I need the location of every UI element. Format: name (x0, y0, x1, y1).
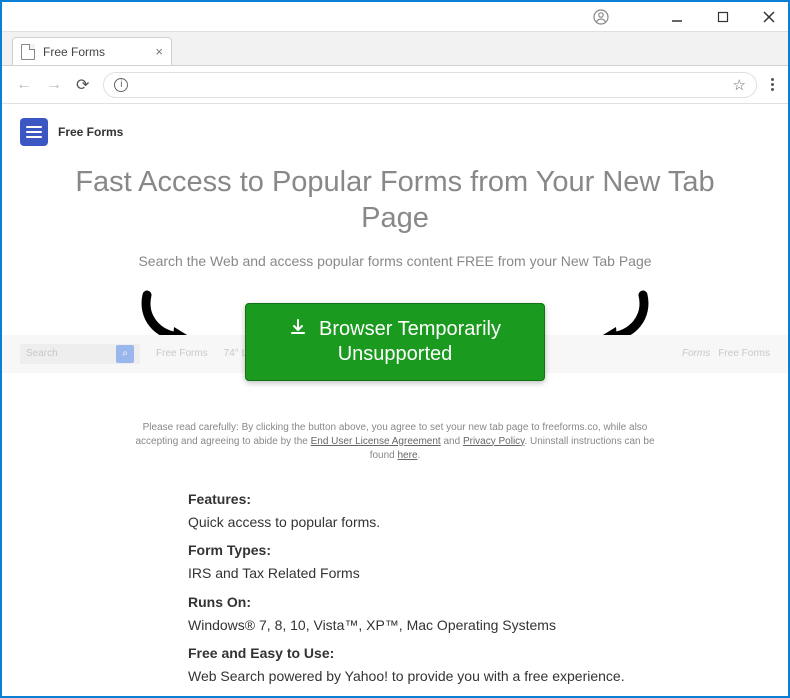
user-icon[interactable] (592, 8, 610, 26)
page-icon (21, 44, 35, 60)
preview-link-2: 74° L (224, 348, 247, 359)
eula-link[interactable]: End User License Agreement (311, 436, 441, 447)
feature-block: Free and Easy to Use: Web Search powered… (188, 645, 702, 687)
address-bar: ← → ⟳ i ☆ (2, 66, 788, 104)
install-button[interactable]: Browser Temporarily Unsupported (245, 303, 545, 381)
site-info-icon[interactable]: i (114, 78, 128, 92)
brand-logo-icon (20, 118, 48, 146)
minimize-button[interactable] (668, 8, 686, 26)
preview-right-1: Forms (682, 348, 710, 359)
feature-block: Runs On: Windows® 7, 8, 10, Vista™, XP™,… (188, 594, 702, 636)
download-icon (289, 318, 307, 341)
hero-title: Fast Access to Popular Forms from Your N… (42, 164, 748, 237)
disclaimer-text: Please read carefully: By clicking the b… (2, 421, 788, 463)
feature-desc: Windows® 7, 8, 10, Vista™, XP™, Mac Oper… (188, 616, 702, 636)
tab-strip: Free Forms × (2, 32, 788, 66)
privacy-link[interactable]: Privacy Policy (463, 436, 525, 447)
uninstall-here-link[interactable]: here (398, 450, 418, 461)
preview-link-1: Free Forms (156, 348, 208, 359)
preview-right-2: Free Forms (718, 348, 770, 359)
feature-desc: Web Search powered by Yahoo! to provide … (188, 667, 702, 687)
feature-title: Free and Easy to Use: (188, 645, 702, 661)
bookmark-star-icon[interactable]: ☆ (733, 76, 746, 94)
magnifier-icon: ⌕ (116, 345, 134, 363)
feature-title: Features: (188, 491, 702, 507)
window-titlebar (2, 2, 788, 32)
disclaimer-suffix: . (418, 450, 421, 461)
feature-title: Form Types: (188, 542, 702, 558)
feature-title: Runs On: (188, 594, 702, 610)
browser-menu-button[interactable] (771, 78, 774, 91)
cta-line1: Browser Temporarily (319, 318, 501, 341)
feature-block: Form Types: IRS and Tax Related Forms (188, 542, 702, 584)
feature-block: Features: Quick access to popular forms. (188, 491, 702, 533)
page-content: Free Forms Fast Access to Popular Forms … (2, 104, 788, 696)
brand-name: Free Forms (58, 125, 123, 139)
close-button[interactable] (760, 8, 778, 26)
reload-button[interactable]: ⟳ (76, 75, 89, 95)
feature-desc: IRS and Tax Related Forms (188, 564, 702, 584)
brand-row: Free Forms (2, 104, 788, 160)
features-section: Features: Quick access to popular forms.… (2, 463, 702, 697)
cta-line2: Unsupported (258, 343, 532, 366)
forward-button[interactable]: → (46, 76, 62, 94)
maximize-button[interactable] (714, 8, 732, 26)
hero: Fast Access to Popular Forms from Your N… (2, 164, 788, 269)
hero-subtitle: Search the Web and access popular forms … (42, 253, 748, 269)
preview-search-placeholder: Search (26, 348, 58, 359)
tab-title: Free Forms (43, 45, 105, 59)
page-viewport[interactable]: Free Forms Fast Access to Popular Forms … (2, 104, 788, 696)
feature-desc: Quick access to popular forms. (188, 513, 702, 533)
back-button[interactable]: ← (16, 76, 32, 94)
browser-window: Free Forms × ← → ⟳ i ☆ Free Forms Fast A… (2, 2, 788, 696)
browser-tab[interactable]: Free Forms × (12, 37, 172, 65)
preview-search: Search ⌕ (20, 344, 140, 364)
omnibox[interactable]: i ☆ (103, 72, 757, 98)
tab-close-icon[interactable]: × (155, 44, 163, 59)
disclaimer-mid1: and (441, 436, 463, 447)
mid-row: Search ⌕ Free Forms 74° L Forms Free For… (2, 291, 788, 411)
